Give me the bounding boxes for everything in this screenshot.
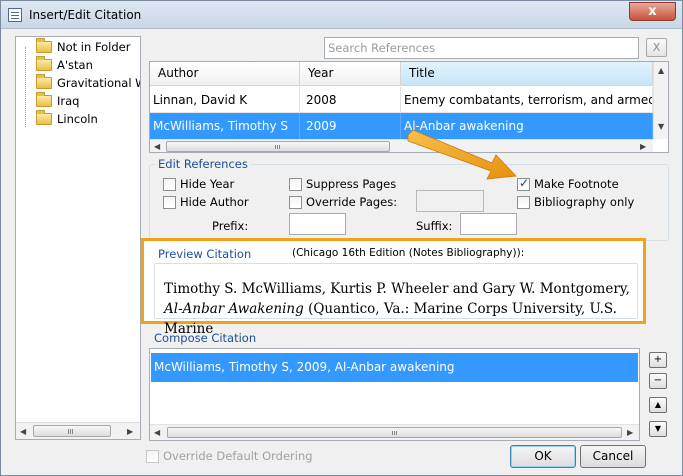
compose-horizontal-scrollbar[interactable]: ◀ ▶: [150, 424, 639, 440]
scroll-right-icon[interactable]: ▶: [127, 427, 133, 436]
hide-year-checkbox[interactable]: Hide Year: [163, 177, 234, 191]
prefix-label: Prefix:: [212, 219, 249, 233]
tree-item-label: Iraq: [57, 94, 80, 108]
folder-icon: [36, 74, 52, 89]
bibliography-only-checkbox[interactable]: Bibliography only: [517, 195, 634, 209]
suppress-pages-checkbox[interactable]: Suppress Pages: [289, 177, 396, 191]
checkbox-icon: [163, 177, 176, 191]
column-header-author[interactable]: Author: [150, 62, 300, 86]
column-header-year[interactable]: Year: [300, 62, 401, 86]
compose-citation-list[interactable]: McWilliams, Timothy S, 2009, Al-Anbar aw…: [149, 348, 640, 441]
bibliography-only-label: Bibliography only: [534, 195, 635, 209]
column-header-title[interactable]: Title: [401, 62, 653, 86]
callout-arrow-icon: [407, 129, 517, 180]
checkbox-icon: [146, 449, 159, 463]
tree-connector-lines: [25, 47, 26, 127]
suppress-pages-label: Suppress Pages: [306, 177, 397, 191]
citation-style-label: (Chicago 16th Edition (Notes Bibliograph…: [292, 247, 525, 259]
preview-citation-label: Preview Citation: [158, 247, 252, 261]
tree-item-label: A'stan: [57, 58, 93, 72]
scroll-up-icon[interactable]: ▲: [658, 66, 664, 75]
table-cell-title[interactable]: Enemy combatants, terrorism, and armed c…: [401, 87, 653, 113]
scroll-left-icon[interactable]: ◀: [154, 142, 160, 151]
title-bar: Insert/Edit Citation x: [1, 1, 682, 29]
app-icon: [8, 8, 22, 22]
edit-references-label: Edit References: [155, 157, 251, 171]
table-cell-year[interactable]: 2008: [300, 87, 401, 113]
clear-search-button[interactable]: X: [646, 38, 667, 57]
scroll-right-icon[interactable]: ▶: [627, 428, 633, 437]
tree-item-label: Not in Folder: [57, 40, 131, 54]
scroll-right-icon[interactable]: ▶: [640, 142, 646, 151]
folder-icon: [36, 110, 52, 125]
close-button[interactable]: x: [629, 2, 676, 21]
table-vertical-scrollbar[interactable]: ▲ ▼: [653, 62, 668, 139]
search-input[interactable]: Search References: [324, 37, 639, 59]
table-row-selected[interactable]: McWilliams, Timothy S 2009 Al-Anbar awak…: [150, 113, 653, 139]
override-default-ordering-checkbox[interactable]: Override Default Ordering: [146, 449, 313, 463]
folder-tree[interactable]: Not in Folder A'stan Gravitational Waves…: [15, 36, 141, 440]
tree-item-lincoln[interactable]: Lincoln: [36, 110, 98, 128]
suffix-label: Suffix:: [416, 219, 453, 233]
table-horizontal-scrollbar[interactable]: ◀ ▶: [150, 139, 653, 152]
checkbox-icon: [163, 195, 176, 209]
move-down-button[interactable]: ▼: [649, 421, 667, 437]
tree-item-gravitational[interactable]: Gravitational Waves: [36, 74, 140, 92]
table-cell-year[interactable]: 2009: [300, 113, 401, 139]
override-ordering-label: Override Default Ordering: [163, 449, 313, 463]
tree-item-astan[interactable]: A'stan: [36, 56, 93, 74]
folder-icon: [36, 56, 52, 71]
remove-citation-button[interactable]: −: [649, 373, 667, 389]
override-pages-label: Override Pages:: [306, 195, 398, 209]
tree-item-iraq[interactable]: Iraq: [36, 92, 79, 110]
add-citation-button[interactable]: +: [649, 352, 667, 368]
hide-author-label: Hide Author: [180, 195, 249, 209]
tree-item-label: Lincoln: [57, 112, 98, 126]
suffix-input[interactable]: [460, 213, 517, 235]
preview-text-title: Al-Anbar Awakening: [164, 301, 304, 317]
checkbox-icon: [517, 195, 530, 209]
move-up-button[interactable]: ▲: [649, 397, 667, 413]
list-item[interactable]: McWilliams, Timothy S, 2009, Al-Anbar aw…: [151, 353, 638, 382]
window-title: Insert/Edit Citation: [29, 8, 142, 22]
scroll-down-icon[interactable]: ▼: [658, 122, 664, 131]
scroll-thumb[interactable]: [167, 427, 622, 438]
tree-horizontal-scrollbar[interactable]: ◀ ▶: [16, 422, 140, 439]
checkbox-icon: [289, 195, 302, 209]
override-pages-checkbox[interactable]: Override Pages:: [289, 195, 397, 209]
compose-citation-label: Compose Citation: [154, 331, 257, 345]
table-cell-author[interactable]: McWilliams, Timothy S: [150, 113, 300, 139]
scroll-left-icon[interactable]: ◀: [154, 428, 160, 437]
folder-open-icon: [36, 92, 52, 107]
insert-edit-citation-dialog: Insert/Edit Citation x Not in Folder A's…: [0, 0, 683, 476]
prefix-input[interactable]: [289, 213, 346, 235]
tree-item-not-in-folder[interactable]: Not in Folder: [36, 38, 130, 56]
override-pages-input[interactable]: [416, 190, 484, 212]
make-footnote-checkbox[interactable]: Make Footnote: [517, 176, 619, 191]
ok-button[interactable]: OK: [510, 445, 576, 468]
tree-item-label: Gravitational Waves: [57, 76, 140, 90]
scroll-left-icon[interactable]: ◀: [20, 427, 26, 436]
scroll-thumb[interactable]: [33, 425, 111, 437]
table-cell-author[interactable]: Linnan, David K: [150, 87, 300, 113]
make-footnote-label: Make Footnote: [534, 177, 619, 191]
folder-icon: [36, 38, 52, 53]
hide-year-label: Hide Year: [180, 177, 235, 191]
hide-author-checkbox[interactable]: Hide Author: [163, 195, 249, 209]
preview-citation-text: Timothy S. McWilliams, Kurtis P. Wheeler…: [164, 279, 634, 339]
preview-citation-panel: Preview Citation (Chicago 16th Edition (…: [141, 238, 646, 337]
preview-text-start: Timothy S. McWilliams, Kurtis P. Wheeler…: [164, 281, 630, 297]
scroll-thumb[interactable]: [166, 141, 390, 152]
cancel-button[interactable]: Cancel: [580, 445, 646, 468]
checkbox-icon: [289, 177, 302, 191]
